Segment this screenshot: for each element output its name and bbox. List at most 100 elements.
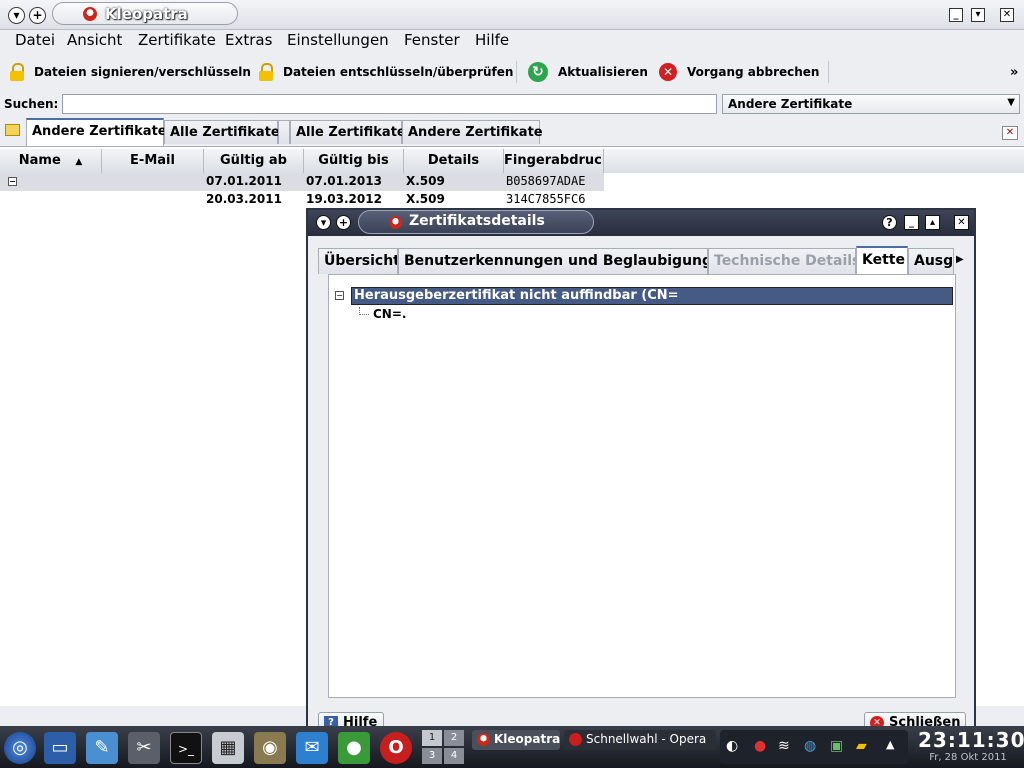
- cancel-operation-label: Vorgang abbrechen: [687, 65, 820, 79]
- task-opera-label: Schnellwahl - Opera: [586, 732, 707, 746]
- row-valid-from: 07.01.2011: [206, 174, 282, 188]
- tray-expand-icon[interactable]: ▲: [886, 738, 894, 751]
- tree-root-item[interactable]: Herausgeberzertifikat nicht auffindbar (…: [351, 287, 953, 305]
- sort-ascending-icon: ▲: [75, 157, 83, 167]
- tab-alle-zertifikate-2[interactable]: Alle Zertifikate: [290, 120, 406, 144]
- close-tab-icon[interactable]: ✕: [1002, 126, 1018, 140]
- menu-zertifikate[interactable]: Zertifikate: [138, 31, 216, 49]
- row-valid-to: 19.03.2012: [306, 192, 382, 206]
- cancel-operation-button[interactable]: ✕ Vorgang abbrechen: [659, 60, 819, 84]
- opera-icon: [569, 733, 582, 746]
- table-row[interactable]: − 07.01.2011 07.01.2013 X.509 B058697ADA…: [0, 173, 604, 191]
- menu-ansicht[interactable]: Ansicht: [67, 31, 122, 49]
- tab-benutzerkennungen[interactable]: Benutzerkennungen und Beglaubigungen: [398, 248, 708, 274]
- opera-icon[interactable]: O: [380, 732, 412, 764]
- sign-encrypt-button[interactable]: Dateien signieren/verschlüsseln: [10, 60, 251, 84]
- tab-technische-details: Technische Details: [708, 248, 856, 274]
- toolbar-overflow-button[interactable]: »: [1010, 60, 1018, 84]
- help-icon[interactable]: ?: [882, 215, 897, 230]
- column-details[interactable]: Details: [404, 149, 504, 173]
- search-input[interactable]: [62, 94, 717, 114]
- dialog-tabs: Übersicht Benutzerkennungen und Beglaubi…: [318, 246, 968, 274]
- menu-einstellungen[interactable]: Einstellungen: [287, 31, 389, 49]
- main-toolbar: Dateien signieren/verschlüsseln Dateien …: [0, 55, 1024, 89]
- certificate-tabs: Andere Zertifikate Alle Zertifikate Alle…: [0, 118, 1024, 146]
- kleopatra-tray-icon[interactable]: ◐: [726, 738, 738, 754]
- row-valid-to: 07.01.2013: [306, 174, 382, 188]
- table-row[interactable]: 20.03.2011 19.03.2012 X.509 314C7855FC6: [0, 191, 604, 209]
- task-opera[interactable]: Schnellwahl - Opera: [564, 730, 716, 750]
- collapse-icon[interactable]: −: [8, 177, 17, 186]
- column-fingerprint[interactable]: Fingerabdruck: [504, 149, 604, 173]
- menu-hilfe[interactable]: Hilfe: [475, 31, 509, 49]
- dialog-close-button[interactable]: ✕: [954, 215, 969, 230]
- task-kleopatra[interactable]: Kleopatra: [472, 730, 560, 750]
- opera-tray-icon[interactable]: ●: [754, 738, 766, 754]
- desktop-3[interactable]: 3: [422, 748, 442, 764]
- tools-icon[interactable]: ✂: [128, 732, 160, 764]
- certificate-details-dialog: ▾ + Zertifikatsdetails ? _ ▴ ✕ Übersicht…: [306, 208, 976, 734]
- minimize-button[interactable]: _: [949, 8, 963, 22]
- collapse-icon[interactable]: −: [335, 291, 344, 300]
- start-menu-icon[interactable]: ◎: [4, 732, 36, 764]
- menu-fenster[interactable]: Fenster: [404, 31, 460, 49]
- editor-icon[interactable]: ✎: [86, 732, 118, 764]
- menu-extras[interactable]: Extras: [225, 31, 272, 49]
- clock[interactable]: 23:11:30 Fr, 28 Okt 2011: [918, 728, 1024, 763]
- certificate-filter-select[interactable]: Andere Zertifikate ▼: [722, 94, 1020, 114]
- window-sticky-button[interactable]: +: [29, 7, 46, 24]
- toolbar-separator: [516, 61, 517, 83]
- window-title: Kleopatra: [105, 5, 188, 23]
- messenger-icon[interactable]: ✉: [296, 732, 328, 764]
- column-name[interactable]: Name ▲: [0, 149, 102, 173]
- table-header: Name ▲ E-Mail Gültig ab Gültig bis Detai…: [0, 149, 1024, 173]
- column-valid-from[interactable]: Gültig ab: [204, 149, 304, 173]
- tree-connector: [359, 307, 369, 315]
- system-icon[interactable]: ●: [338, 732, 370, 764]
- row-fingerprint: 314C7855FC6: [506, 192, 586, 206]
- tab-kette[interactable]: Kette: [856, 246, 908, 274]
- column-email[interactable]: E-Mail: [102, 149, 204, 173]
- tab-scroll-right-icon[interactable]: ▶: [956, 254, 964, 265]
- desktop-4[interactable]: 4: [444, 748, 464, 764]
- refresh-button[interactable]: ↻ Aktualisieren: [528, 60, 648, 84]
- maximize-button[interactable]: ▾: [971, 8, 985, 22]
- globe-icon[interactable]: ◍: [804, 738, 816, 754]
- column-valid-to[interactable]: Gültig bis: [304, 149, 404, 173]
- wireless-icon[interactable]: ≋: [778, 738, 790, 754]
- decrypt-verify-button[interactable]: Dateien entschlüsseln/überprüfen: [259, 60, 513, 84]
- terminal-icon[interactable]: >_: [170, 732, 202, 764]
- kleopatra-icon: [389, 216, 402, 229]
- dialog-maximize-button[interactable]: ▴: [925, 215, 940, 230]
- tab-spacer: [278, 120, 290, 144]
- network-tray-icon[interactable]: ▣: [830, 738, 843, 754]
- dialog-menu-button[interactable]: ▾: [316, 215, 331, 230]
- window-title-pill: Kleopatra: [52, 2, 238, 25]
- desktop-2[interactable]: 2: [444, 730, 464, 746]
- tab-andere-zertifikate-2[interactable]: Andere Zertifikate: [402, 120, 543, 144]
- tab-uebersicht[interactable]: Übersicht: [318, 248, 398, 274]
- kleopatra-icon: [477, 733, 490, 746]
- dialog-sticky-button[interactable]: +: [336, 215, 351, 230]
- tab-andere-zertifikate[interactable]: Andere Zertifikate: [26, 118, 167, 146]
- tab-alle-zertifikate[interactable]: Alle Zertifikate: [164, 120, 280, 144]
- folder-icon[interactable]: ▰: [856, 738, 867, 754]
- window-menu-button[interactable]: ▾: [8, 7, 25, 24]
- certificate-filter-value: Andere Zertifikate: [728, 97, 853, 111]
- tab-ausgabe[interactable]: Ausg: [908, 248, 954, 274]
- row-valid-from: 20.03.2011: [206, 192, 282, 206]
- dialog-minimize-button[interactable]: _: [904, 215, 919, 230]
- clock-time: 23:11:30: [918, 728, 1024, 752]
- menu-datei[interactable]: Datei: [15, 31, 55, 49]
- kleopatra-icon: [83, 7, 97, 21]
- desktop-icon[interactable]: ▭: [44, 732, 76, 764]
- desktop-1[interactable]: 1: [422, 730, 442, 746]
- calculator-icon[interactable]: ▦: [212, 732, 244, 764]
- row-details: X.509: [406, 192, 445, 206]
- tree-child-item[interactable]: CN=.: [373, 307, 406, 321]
- virtual-desktop-pager: 1 2 3 4: [422, 730, 466, 766]
- network-icon[interactable]: ◉: [254, 732, 286, 764]
- new-tab-folder-icon[interactable]: [5, 124, 20, 136]
- refresh-label: Aktualisieren: [558, 65, 648, 79]
- close-window-button[interactable]: ✕: [1000, 8, 1014, 22]
